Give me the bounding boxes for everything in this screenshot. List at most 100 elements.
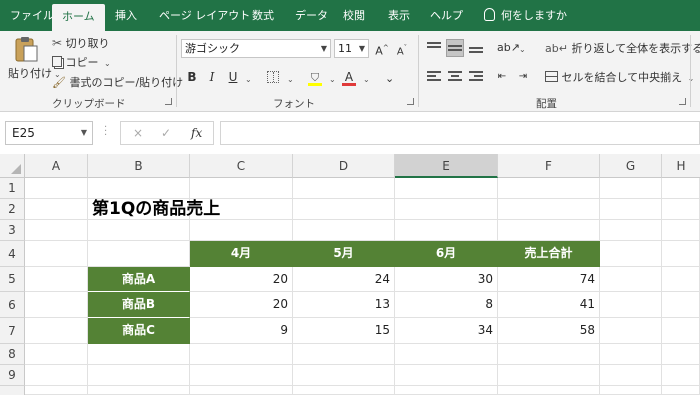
font-dialog-launcher[interactable] [407, 98, 414, 105]
grid-cell[interactable] [662, 386, 700, 395]
grid-cell[interactable] [25, 199, 88, 220]
align-center-icon[interactable] [446, 68, 464, 86]
row-header-6[interactable]: 6 [0, 292, 25, 318]
grid-cell[interactable] [662, 344, 700, 365]
grid-cell[interactable] [25, 365, 88, 386]
orientation-icon[interactable]: ab↗ [497, 39, 520, 57]
increase-indent-icon[interactable]: ⇥ [514, 68, 532, 86]
fill-color-icon[interactable]: ⛉ [306, 68, 324, 86]
table-corner-cell[interactable] [88, 241, 190, 267]
copy-button[interactable]: コピー ⌄ [52, 54, 111, 70]
tab-home[interactable]: ホーム [52, 4, 105, 31]
row-header-5[interactable]: 5 [0, 267, 25, 292]
tab-insert[interactable]: 挿入 [115, 0, 137, 31]
grid-cell[interactable] [662, 220, 700, 241]
merge-center-button[interactable]: セルを結合して中央揃え ⌄ [545, 69, 694, 85]
tab-review[interactable]: 校閲 [343, 0, 365, 31]
tell-me-search[interactable]: 何をしますか [484, 0, 567, 31]
product-b-total[interactable]: 41 [498, 292, 600, 318]
grid-cell[interactable] [88, 178, 190, 199]
wrap-text-button[interactable]: ab↵ 折り返して全体を表示する [545, 40, 700, 56]
grid-cell[interactable] [25, 292, 88, 318]
grid-cell[interactable] [498, 365, 600, 386]
underline-button[interactable]: U [224, 68, 242, 86]
grid-cell[interactable] [600, 365, 662, 386]
tab-data[interactable]: データ [295, 0, 328, 31]
row-header-9[interactable]: 9 [0, 365, 25, 386]
grid-cell[interactable] [600, 199, 662, 220]
grid-cell[interactable] [395, 178, 498, 199]
column-label-total[interactable]: 売上合計 [498, 241, 600, 267]
grid-cell[interactable] [395, 199, 498, 220]
tab-view[interactable]: 表示 [388, 0, 410, 31]
column-label-june[interactable]: 6月 [395, 241, 498, 267]
grid-cell[interactable] [498, 199, 600, 220]
row-header-10[interactable] [0, 386, 25, 395]
chevron-down-icon[interactable]: ⌄ [327, 72, 336, 85]
grid-cell[interactable] [600, 386, 662, 395]
sheet-title[interactable]: 第1Qの商品売上 [88, 199, 388, 220]
grid-cell[interactable] [498, 386, 600, 395]
grid-cell[interactable] [662, 292, 700, 318]
row-header-7[interactable]: 7 [0, 318, 25, 344]
grid-cell[interactable] [600, 241, 662, 267]
grid-cell[interactable] [498, 344, 600, 365]
column-header-f[interactable]: F [498, 154, 600, 178]
grid-cell[interactable] [662, 267, 700, 292]
chevron-down-icon[interactable]: ⌄ [361, 72, 370, 85]
grid-cell[interactable] [662, 241, 700, 267]
row-header-2[interactable]: 2 [0, 199, 25, 220]
grid-cell[interactable] [293, 220, 395, 241]
grid-cell[interactable] [190, 220, 293, 241]
formula-input[interactable] [220, 121, 700, 145]
italic-button[interactable]: I [203, 68, 221, 86]
product-c-total[interactable]: 58 [498, 318, 600, 344]
grid-cell[interactable] [600, 318, 662, 344]
font-color-icon[interactable]: A [340, 68, 358, 86]
grid-cell[interactable] [293, 344, 395, 365]
font-size-select[interactable]: 11 ▼ [334, 39, 369, 58]
grid-cell[interactable] [293, 178, 395, 199]
grid-cell[interactable] [88, 344, 190, 365]
clipboard-dialog-launcher[interactable] [165, 98, 172, 105]
grid-cell[interactable] [88, 386, 190, 395]
column-header-h[interactable]: H [662, 154, 700, 178]
column-header-e[interactable]: E [395, 154, 498, 178]
grid-cell[interactable] [600, 292, 662, 318]
grid-cell[interactable] [498, 220, 600, 241]
increase-font-size-icon[interactable]: A^ [373, 39, 391, 58]
grid-cell[interactable] [88, 365, 190, 386]
select-all-button[interactable] [0, 154, 25, 178]
product-c-label[interactable]: 商品C [88, 318, 190, 344]
tab-help[interactable]: ヘルプ [430, 0, 463, 31]
grid-cell[interactable] [25, 178, 88, 199]
grid-cell[interactable] [498, 178, 600, 199]
grid-cell[interactable] [25, 318, 88, 344]
product-c-april[interactable]: 9 [190, 318, 293, 344]
align-left-icon[interactable] [425, 68, 443, 86]
tab-formulas[interactable]: 数式 [252, 0, 274, 31]
column-header-b[interactable]: B [88, 154, 190, 178]
decrease-font-size-icon[interactable]: Aˇ [393, 39, 411, 57]
bold-button[interactable]: B [183, 68, 201, 86]
column-label-may[interactable]: 5月 [293, 241, 395, 267]
resize-handle[interactable]: · · · [104, 123, 107, 141]
grid-cell[interactable] [25, 220, 88, 241]
grid-cell[interactable] [395, 365, 498, 386]
align-middle-icon[interactable] [446, 39, 464, 57]
grid-cell[interactable] [600, 267, 662, 292]
product-b-label[interactable]: 商品B [88, 292, 190, 318]
grid-cell[interactable] [25, 267, 88, 292]
cut-button[interactable]: ✂ 切り取り [52, 35, 110, 51]
grid-cell[interactable] [662, 178, 700, 199]
column-header-d[interactable]: D [293, 154, 395, 178]
product-a-may[interactable]: 24 [293, 267, 395, 292]
column-label-april[interactable]: 4月 [190, 241, 293, 267]
grid-cell[interactable] [293, 386, 395, 395]
phonetic-icon[interactable]: ⌄ [385, 72, 394, 85]
product-b-june[interactable]: 8 [395, 292, 498, 318]
grid-cell[interactable] [395, 386, 498, 395]
column-header-g[interactable]: G [600, 154, 662, 178]
grid-cell[interactable] [395, 220, 498, 241]
alignment-dialog-launcher[interactable] [679, 98, 686, 105]
